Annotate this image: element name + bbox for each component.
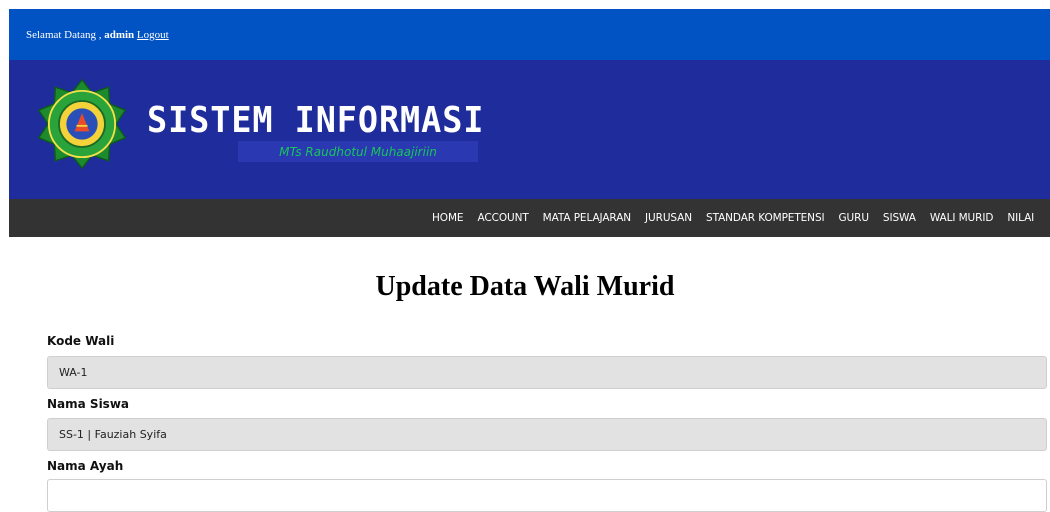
banner-title: SISTEM INFORMASI xyxy=(147,100,485,141)
nama-ayah-label: Nama Ayah xyxy=(47,459,124,473)
nama-siswa-label: Nama Siswa xyxy=(47,397,130,411)
welcome-text: Selamat Datang , xyxy=(26,28,102,41)
nav-guru[interactable]: GURU xyxy=(839,212,870,224)
nav-mata-pelajaran[interactable]: MATA PELAJARAN xyxy=(543,212,631,224)
kode-wali-field[interactable]: WA-1 xyxy=(47,356,1047,389)
page-title: Update Data Wali Murid xyxy=(375,271,675,302)
username: admin xyxy=(104,28,135,41)
nav-siswa[interactable]: SISWA xyxy=(883,212,916,224)
nav-wali-murid[interactable]: WALI MURID xyxy=(930,212,994,224)
nav-home[interactable]: HOME xyxy=(432,212,464,224)
nav-account[interactable]: ACCOUNT xyxy=(477,212,528,224)
nama-siswa-select[interactable]: SS-1 | Fauziah Syifa xyxy=(47,418,1047,451)
top-bar: Selamat Datang , admin Logout xyxy=(9,9,1050,60)
welcome-message: Selamat Datang , admin Logout xyxy=(9,29,169,41)
header-banner: SISTEM INFORMASI MTs Raudhotul Muhaajiri… xyxy=(9,60,1050,199)
banner-subtitle: MTs Raudhotul Muhaajiriin xyxy=(238,141,478,162)
nav-jurusan[interactable]: JURUSAN xyxy=(645,212,692,224)
logout-link[interactable]: Logout xyxy=(137,29,169,41)
school-logo xyxy=(37,78,127,170)
nama-siswa-value: SS-1 | Fauziah Syifa xyxy=(59,428,167,441)
kode-wali-label: Kode Wali xyxy=(47,334,115,348)
main-nav: HOME ACCOUNT MATA PELAJARAN JURUSAN STAN… xyxy=(9,199,1050,237)
nav-nilai[interactable]: NILAI xyxy=(1007,212,1034,224)
nama-ayah-field[interactable] xyxy=(47,479,1047,512)
nav-standar-kompetensi[interactable]: STANDAR KOMPETENSI xyxy=(706,212,825,224)
kode-wali-value: WA-1 xyxy=(59,366,88,379)
